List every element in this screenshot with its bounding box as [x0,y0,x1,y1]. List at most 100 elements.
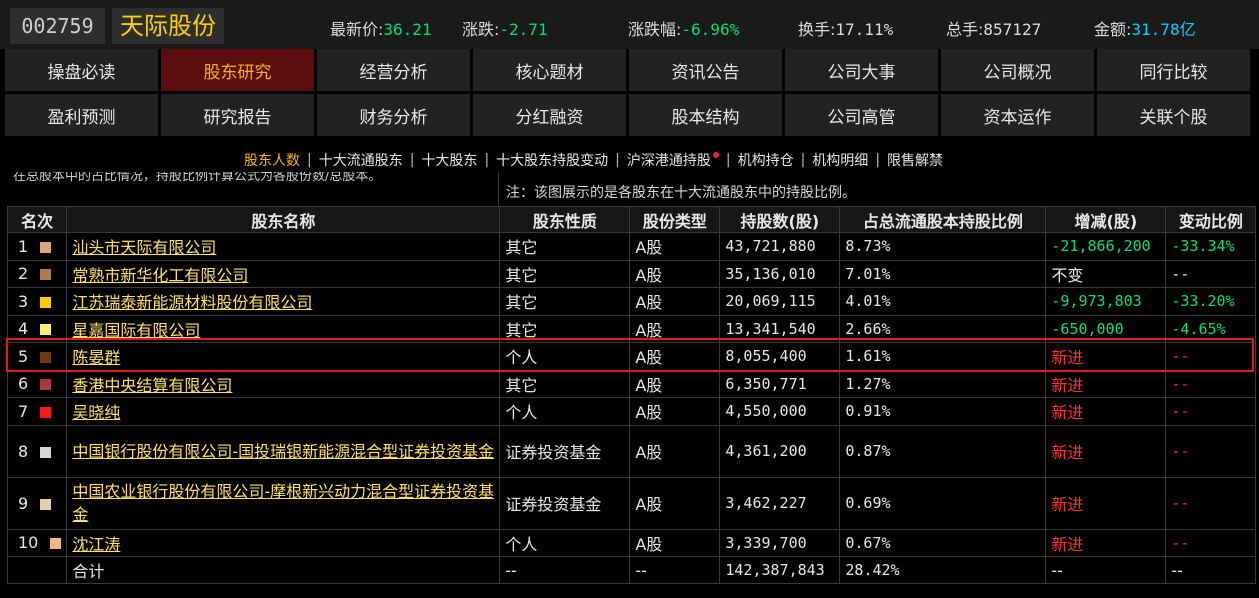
nature-cell: 其它 [499,259,631,288]
share-type-cell: A股 [629,232,721,261]
rank-cell: 8 [6,424,68,478]
change-cell: -9,973,803 [1045,287,1167,316]
rank-number: 10 [18,533,39,553]
rank-number: 7 [18,401,29,421]
subnav-link[interactable]: 十大股东 [421,150,477,170]
total-type: -- [629,556,721,584]
nav-tab[interactable]: 股本结构 [629,94,782,136]
subnav-separator: | [484,152,490,168]
nav-tab[interactable]: 资讯公告 [629,49,782,91]
subnav-link[interactable]: 十大股东持股变动 [496,150,608,170]
table-row: 4 星嘉国际有限公司 其它 A股 13,341,540 2.66% -650,000 -4.6… [6,314,1257,343]
rank-number: 5 [18,346,29,366]
holder-name-link[interactable]: 中国银行股份有限公司-国投瑞银新能源混合型证券投资基金 [72,442,494,461]
holder-name-cell: 中国银行股份有限公司-国投瑞银新能源混合型证券投资基金 [66,424,501,478]
nav-tab[interactable]: 公司高管 [785,94,938,136]
share-type-cell: A股 [629,342,721,371]
subnav-separator: | [307,152,312,168]
column-header: 占总流通股本持股比例 [839,206,1047,233]
holder-name-link[interactable]: 陈晏群 [72,348,120,367]
subnav-link[interactable]: 十大流通股东 [319,150,403,170]
quote-value: -6.96% [681,20,740,39]
shares-cell: 43,721,880 [719,232,841,261]
nav-row-2: 盈利预测 研究报告 财务分析 分红融资 股本结构 公司高管 资本运作 关联个股 [5,94,1257,139]
holder-name-cell: 香港中央结算有限公司 [66,369,501,398]
nav-tab[interactable]: 经营分析 [317,49,470,91]
table-row: 1 汕头市天际有限公司 其它 A股 43,721,880 8.73% -21,866,200… [6,232,1257,261]
change-pct-cell: -- [1165,259,1257,288]
holder-name-link[interactable]: 香港中央结算有限公司 [72,376,232,395]
ratio-cell: 8.73% [839,232,1047,261]
share-type-cell: A股 [629,287,721,316]
table-row: 10 沈江涛 个人 A股 3,339,700 0.67% 新进 -- [6,528,1257,557]
nav-tab[interactable]: 盈利预测 [5,94,158,136]
nav-tab[interactable]: 操盘必读 [5,49,158,91]
holder-name-link[interactable]: 汕头市天际有限公司 [72,238,216,257]
subnav-link[interactable]: 机构持仓 [738,150,794,170]
column-header: 股东名称 [66,206,501,233]
column-header: 股份类型 [629,206,721,233]
nav-tab[interactable]: 同行比较 [1097,49,1250,91]
subnav-link[interactable]: 限售解禁 [887,150,943,170]
nav-tab[interactable]: 研究报告 [161,94,314,136]
holder-name-cell: 陈晏群 [66,342,501,371]
change-pct-cell: -- [1165,476,1257,530]
holder-name-link[interactable]: 常熟市新华化工有限公司 [72,266,248,285]
nav-tab[interactable]: 公司大事 [785,49,938,91]
nav-tab[interactable]: 公司概况 [941,49,1094,91]
holder-name-link[interactable]: 沈江涛 [72,535,120,554]
holder-name-link[interactable]: 吴晓纯 [72,403,120,422]
change-pct-cell: -- [1165,342,1257,371]
quote-label: 最新价: [330,20,384,39]
ratio-cell: 2.66% [839,314,1047,343]
ratio-cell: 7.01% [839,259,1047,288]
quote-value: 31.78亿 [1131,20,1196,39]
ratio-cell: 1.27% [839,369,1047,398]
rank-cell: 4 [6,314,68,343]
change-pct-cell: -- [1165,528,1257,557]
nav-tab[interactable]: 关联个股 [1097,94,1250,136]
nature-cell: 个人 [499,528,631,557]
shares-cell: 20,069,115 [719,287,841,316]
holder-name-link[interactable]: 江苏瑞泰新能源材料股份有限公司 [72,293,312,312]
share-type-cell: A股 [629,314,721,343]
shares-cell: 6,350,771 [719,369,841,398]
subnav-link[interactable]: 股东人数 [244,150,300,170]
top-holders-table: 名次 股东名称 股东性质 股份类型 持股数(股) 占总流通股本持股比例 增减(股) 变动比例 … [6,206,1257,584]
column-header: 名次 [6,206,68,233]
change-pct-cell: -33.20% [1165,287,1257,316]
nav-tab[interactable]: 财务分析 [317,94,470,136]
subnav-link[interactable]: 沪深港通持股 [627,150,711,170]
rank-cell: 9 [6,476,68,530]
note-divider [498,172,499,206]
rank-cell: 10 [6,528,68,557]
change-pct-cell: -- [1165,424,1257,478]
quote-item: 涨跌幅:-6.96% [628,16,739,40]
holder-name-link[interactable]: 中国农业银行股份有限公司-摩根新兴动力混合型证券投资基金 [72,482,494,524]
stock-code: 002759 [10,8,105,44]
subnav-separator: | [409,152,415,168]
total-change: -- [1045,556,1167,584]
nav-tab[interactable]: 股东研究 [161,49,314,91]
quote-value: 857127 [983,20,1042,39]
holder-name-cell: 汕头市天际有限公司 [66,232,501,261]
nav-tab[interactable]: 分红融资 [473,94,626,136]
nav-tab[interactable]: 资本运作 [941,94,1094,136]
nav-tab[interactable]: 核心题材 [473,49,626,91]
quote-value: 36.21 [383,20,432,39]
nature-cell: 证券投资基金 [499,476,631,530]
holder-name-link[interactable]: 星嘉国际有限公司 [72,321,200,340]
quote-label: 涨跌幅: [628,20,682,39]
shares-cell: 8,055,400 [719,342,841,371]
shares-cell: 4,550,000 [719,397,841,426]
column-header: 增减(股) [1045,206,1167,233]
subnav-link[interactable]: 机构明细 [812,150,868,170]
quote-label: 总手: [946,20,984,39]
shares-cell: 3,339,700 [719,528,841,557]
nature-cell: 其它 [499,232,631,261]
nature-cell: 其它 [499,369,631,398]
rank-number: 6 [18,374,29,394]
share-type-cell: A股 [629,369,721,398]
share-type-cell: A股 [629,259,721,288]
stock-name: 天际股份 [112,8,224,44]
